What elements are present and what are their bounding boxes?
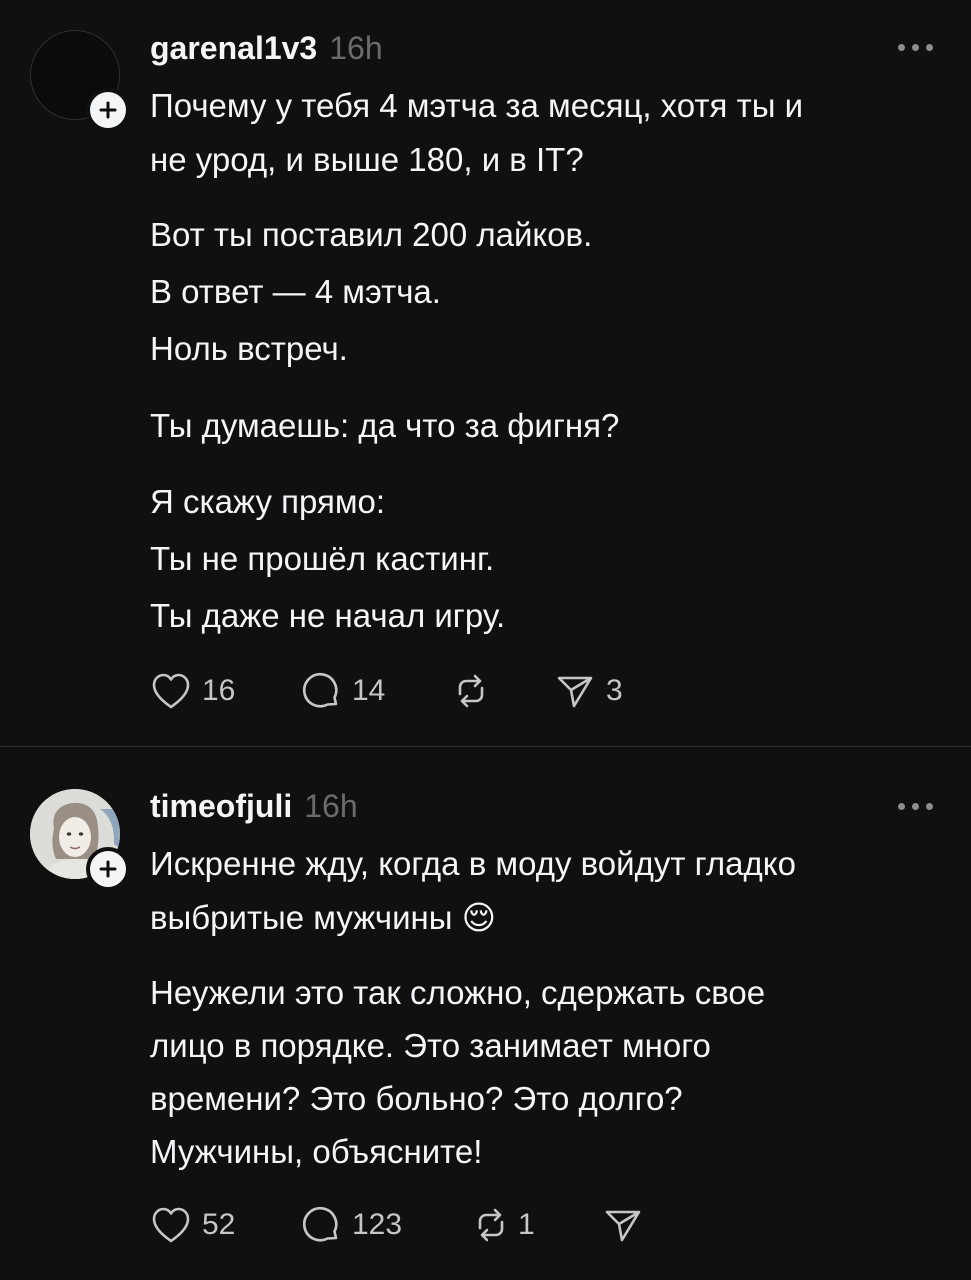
repost-icon — [478, 1208, 504, 1242]
post-text-line: В ответ — 4 мэтча. — [150, 273, 441, 310]
like-count: 16 — [202, 674, 236, 707]
reply-count: 14 — [352, 674, 386, 707]
send-icon — [605, 1210, 641, 1242]
repost-button[interactable]: 1 — [470, 1203, 535, 1247]
post-text-line: Вот ты поставил 200 лайков. — [150, 216, 593, 253]
repost-count: 1 — [518, 1208, 535, 1241]
post-text-line: Я скажу прямо: — [150, 483, 386, 520]
post-timeofjuli[interactable]: timeofjuli 16h Искренне жду, когда в моду… — [0, 747, 971, 1280]
post-text-line: Ты даже не начал игру. — [150, 597, 506, 634]
reply-count: 123 — [352, 1208, 403, 1241]
username[interactable]: garenal1v3 — [150, 30, 317, 66]
heart-icon — [152, 673, 190, 709]
post-text-line: Ты не прошёл кастинг. — [150, 540, 495, 577]
reply-button[interactable]: 14 — [300, 669, 385, 713]
repost-icon — [458, 674, 484, 708]
send-icon — [557, 676, 593, 708]
like-count: 52 — [202, 1208, 236, 1241]
follow-button[interactable] — [86, 88, 130, 132]
post-text-line: Ноль встреч. — [150, 330, 348, 367]
timestamp: 16h — [304, 788, 358, 824]
timestamp: 16h — [329, 30, 383, 66]
follow-button[interactable] — [86, 847, 130, 891]
post-text-line: выбритые мужчины 😌 — [150, 899, 497, 936]
post-text-line: лицо в порядке. Это занимает много — [150, 1027, 711, 1064]
share-count: 3 — [606, 674, 623, 707]
plus-icon — [99, 860, 117, 878]
post-header: garenal1v3 16h — [150, 30, 383, 67]
username[interactable]: timeofjuli — [150, 788, 292, 824]
plus-icon — [99, 101, 117, 119]
post-garenal1v3[interactable]: garenal1v3 16h Почему у тебя 4 мэтча за м… — [0, 0, 971, 746]
more-icon[interactable] — [898, 44, 933, 51]
post-header: timeofjuli 16h — [150, 788, 358, 825]
post-text-line: Неужели это так сложно, сдержать свое — [150, 974, 766, 1011]
post-text-line: Почему у тебя 4 мэтча за месяц, хотя ты … — [150, 87, 804, 124]
like-button[interactable]: 16 — [150, 669, 235, 713]
post-text-line: не урод, и выше 180, и в IT? — [150, 141, 584, 178]
share-button[interactable] — [602, 1203, 644, 1247]
repost-button[interactable] — [450, 669, 492, 713]
post-text-line: Ты думаешь: да что за фигня? — [150, 407, 620, 444]
comment-icon — [302, 672, 338, 708]
more-icon[interactable] — [898, 803, 933, 810]
post-text-line: Мужчины, объясните! — [150, 1133, 483, 1170]
like-button[interactable]: 52 — [150, 1203, 235, 1247]
post-text-line: времени? Это больно? Это долго? — [150, 1080, 683, 1117]
reply-button[interactable]: 123 — [300, 1203, 402, 1247]
heart-icon — [152, 1207, 190, 1243]
share-button[interactable]: 3 — [554, 669, 623, 713]
post-text-line: Искренне жду, когда в моду войдут гладко — [150, 845, 796, 882]
comment-icon — [302, 1206, 338, 1242]
